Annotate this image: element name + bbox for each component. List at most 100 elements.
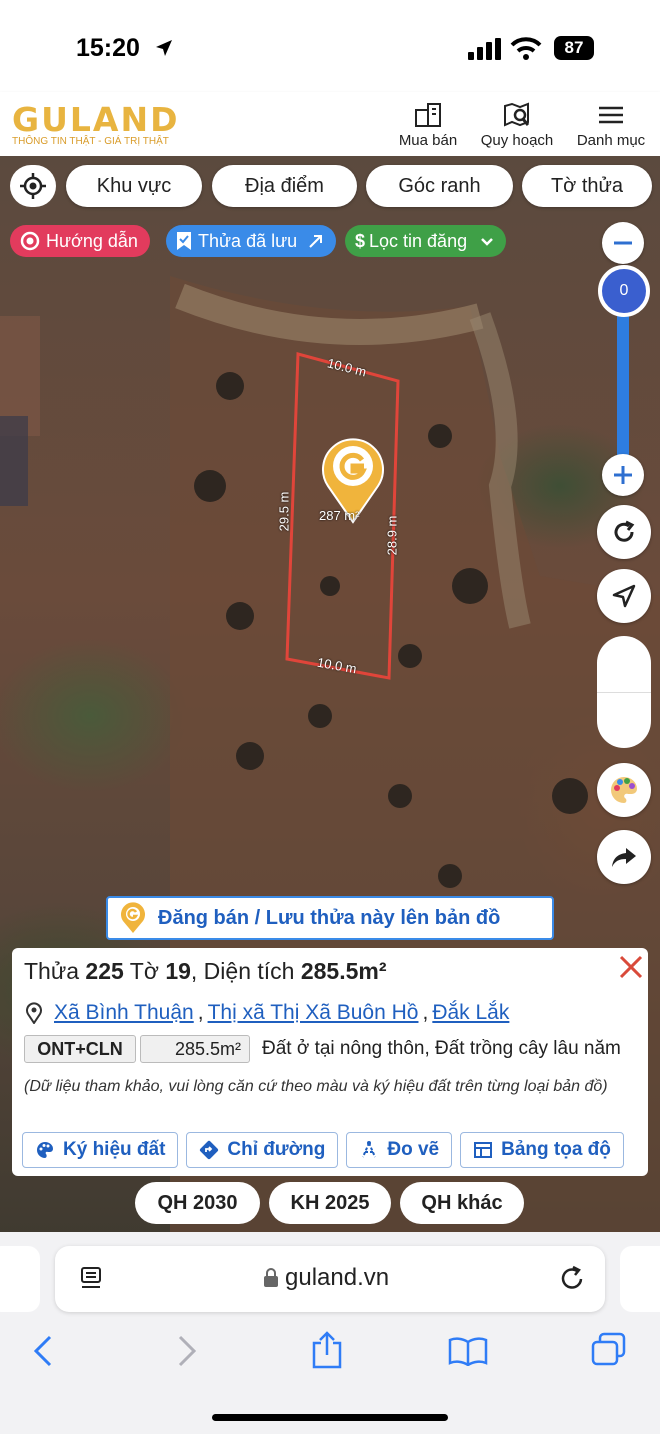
- filter-label: Lọc tin đăng: [369, 231, 468, 251]
- hamburger-icon: [599, 106, 623, 124]
- reader-icon[interactable]: [79, 1266, 105, 1292]
- navigate-button[interactable]: [597, 569, 651, 623]
- app-header: GULAND THÔNG TIN THẬT - GIÁ TRỊ THẬT Mua…: [0, 92, 660, 156]
- action-label: Đo vẽ: [387, 1139, 440, 1160]
- nav-danh-muc[interactable]: Danh mục: [566, 102, 656, 149]
- parcel-area: 285.5m²: [300, 958, 387, 984]
- location-arrow-icon: [156, 40, 172, 56]
- palette-button[interactable]: [597, 763, 651, 817]
- district-link[interactable]: Thị xã Thị Xã Buôn Hồ: [208, 1001, 419, 1025]
- share-icon[interactable]: [310, 1330, 344, 1370]
- divider: [597, 692, 651, 693]
- home-indicator: [212, 1414, 448, 1421]
- nav-quy-hoach[interactable]: Quy hoạch: [472, 102, 562, 149]
- plus-icon: [614, 466, 632, 484]
- guide-chip[interactable]: Hướng dẫn: [10, 225, 150, 257]
- post-parcel-button[interactable]: Đăng bán / Lưu thửa này lên bản đồ: [106, 896, 554, 940]
- nav-label: Danh mục: [576, 132, 646, 149]
- nav-label: Mua bán: [398, 132, 458, 149]
- minus-icon: [614, 241, 632, 245]
- wifi-icon: [510, 37, 542, 60]
- filter-goc-ranh[interactable]: Góc ranh: [366, 165, 513, 207]
- url-display[interactable]: guland.vn: [263, 1264, 389, 1292]
- map-marker-icon: [26, 1002, 42, 1024]
- measure-icon: [362, 1141, 377, 1158]
- land-area-tag: 285.5m²: [140, 1035, 250, 1063]
- parcel-number: 225: [85, 958, 124, 984]
- layer-toggle-group[interactable]: [597, 636, 651, 748]
- zoom-slider-handle[interactable]: 0: [598, 265, 650, 317]
- plan-qh-2030[interactable]: QH 2030: [135, 1182, 260, 1224]
- map-search-icon: [504, 102, 530, 127]
- directions-icon: [200, 1140, 219, 1160]
- action-label: Bảng tọa độ: [501, 1139, 611, 1160]
- saved-parcels-chip[interactable]: Thửa đã lưu: [166, 225, 337, 257]
- forward-icon: [178, 1335, 197, 1367]
- zoom-out-button[interactable]: [602, 222, 644, 264]
- building-icon: [415, 103, 441, 127]
- crosshair-icon: [20, 173, 46, 199]
- next-tab-preview[interactable]: [620, 1246, 660, 1312]
- sheet-number: 19: [165, 958, 191, 984]
- tabs-icon[interactable]: [590, 1332, 628, 1368]
- filter-dia-diem[interactable]: Địa điểm: [212, 165, 357, 207]
- filter-khu-vuc[interactable]: Khu vực: [66, 165, 202, 207]
- nav-mua-ban[interactable]: Mua bán: [383, 102, 473, 149]
- clock: 15:20: [76, 34, 140, 62]
- logo[interactable]: GULAND: [12, 100, 179, 139]
- logo-tagline: THÔNG TIN THẬT - GIÁ TRỊ THẬT: [12, 136, 169, 147]
- province-link[interactable]: Đắk Lắk: [432, 1001, 509, 1025]
- external-link-icon: [309, 235, 323, 248]
- refresh-button[interactable]: [597, 505, 651, 559]
- navigation-arrow-icon: [612, 584, 636, 608]
- plan-qh-khac[interactable]: QH khác: [400, 1182, 524, 1224]
- parcel-left-length: 29.5 m: [276, 491, 292, 532]
- action-buttons: Ký hiệu đất Chỉ đường Đo vẽ Bảng tọa độ: [22, 1132, 636, 1168]
- parcel-title: Thửa 225 Tờ 19, Diện tích 285.5m²: [24, 958, 636, 990]
- coordinate-table-button[interactable]: Bảng tọa độ: [460, 1132, 624, 1168]
- browser-toolbar: guland.vn: [0, 1232, 660, 1434]
- land-description: Đất ở tại nông thôn, Đất trồng cây lâu n…: [262, 1038, 621, 1059]
- filter-to-thua[interactable]: Tờ thửa: [522, 165, 652, 207]
- reload-icon[interactable]: [559, 1264, 587, 1292]
- commune-link[interactable]: Xã Bình Thuận: [54, 1001, 194, 1025]
- address-bar[interactable]: guland.vn: [55, 1246, 605, 1312]
- nav-label: Quy hoạch: [480, 132, 554, 149]
- share-map-button[interactable]: [597, 830, 651, 884]
- url-text: guland.vn: [285, 1264, 390, 1291]
- battery-icon: 87: [554, 36, 594, 60]
- bookmarks-icon[interactable]: [448, 1336, 488, 1366]
- palette-icon: [37, 1142, 53, 1158]
- post-parcel-label: Đăng bán / Lưu thửa này lên bản đồ: [158, 906, 501, 929]
- locate-me-button[interactable]: [10, 165, 56, 207]
- directions-button[interactable]: Chỉ đường: [186, 1132, 339, 1168]
- area-prefix: , Diện tích: [190, 958, 295, 984]
- zoom-in-button[interactable]: [602, 454, 644, 496]
- back-icon[interactable]: [30, 1334, 56, 1368]
- saved-label: Thửa đã lưu: [198, 231, 298, 251]
- action-label: Chỉ đường: [227, 1139, 326, 1160]
- measure-button[interactable]: Đo vẽ: [346, 1132, 453, 1168]
- land-use-row: ONT+CLN 285.5m² Đất ở tại nông thôn, Đất…: [24, 1034, 636, 1064]
- refresh-icon: [614, 520, 635, 542]
- parcel-right-length: 28.9 m: [384, 515, 400, 556]
- signal-icon: [468, 38, 501, 60]
- chevron-down-icon: [481, 238, 493, 246]
- action-label: Ký hiệu đất: [63, 1139, 166, 1160]
- address-line: Xã Bình Thuận, Thị xã Thị Xã Buôn Hồ, Đắ…: [24, 996, 636, 1030]
- guland-pin-icon: [121, 902, 145, 933]
- bookmark-icon: [177, 232, 191, 250]
- prev-tab-preview[interactable]: [0, 1246, 40, 1312]
- plan-kh-2025[interactable]: KH 2025: [269, 1182, 391, 1224]
- record-icon: [20, 231, 40, 251]
- close-icon[interactable]: [618, 954, 644, 980]
- title-prefix: Thửa: [24, 958, 80, 984]
- share-arrow-icon: [612, 848, 636, 867]
- parcel-info-card: Thửa 225 Tờ 19, Diện tích 285.5m² Xã Bìn…: [12, 948, 648, 1176]
- guide-label: Hướng dẫn: [46, 231, 138, 251]
- land-symbol-button[interactable]: Ký hiệu đất: [22, 1132, 179, 1168]
- palette-icon: [611, 777, 637, 803]
- filter-listings-chip[interactable]: $ Lọc tin đăng: [345, 225, 507, 257]
- disclaimer-note: (Dữ liệu tham khảo, vui lòng căn cứ theo…: [24, 1078, 608, 1095]
- parcel-area-label: 287 m²: [319, 508, 360, 523]
